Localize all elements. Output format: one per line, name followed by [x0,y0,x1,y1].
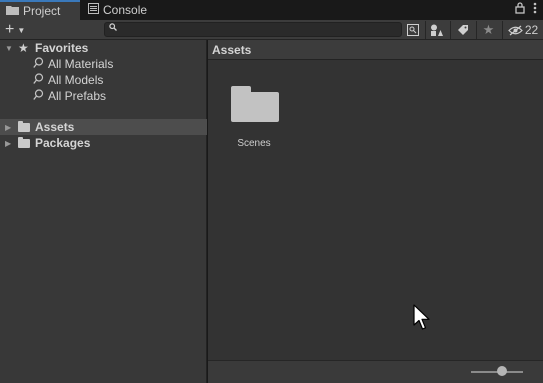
favorite-item[interactable]: All Materials [0,56,207,72]
tree-item-label: Packages [35,136,91,150]
breadcrumb: Assets [208,40,543,60]
favorites-button[interactable]: ★ [476,21,500,39]
favorite-item-label: All Models [48,73,104,87]
tree-item-packages[interactable]: ▶ Packages [0,135,207,151]
tab-console[interactable]: Console [82,0,162,20]
favorites-label: Favorites [35,41,89,55]
eye-slash-icon [507,25,523,35]
tree-item-label: Assets [35,120,75,134]
folder-icon [231,84,279,122]
expand-right-icon[interactable]: ▶ [5,123,11,132]
search-icon [109,23,117,33]
favorite-item[interactable]: All Models [0,72,207,88]
folder-tree-panel: ▼ ★ Favorites All Materials All Models A… [0,40,207,383]
tab-project[interactable]: Project [0,0,80,20]
kebab-menu-icon[interactable] [533,2,537,17]
favorite-item-label: All Prefabs [48,89,107,103]
shapes-icon [431,24,443,36]
star-icon: ★ [482,22,495,37]
mouse-cursor-icon [413,304,430,330]
folder-icon [18,137,30,148]
star-icon: ★ [18,41,29,55]
tab-project-label: Project [23,4,61,18]
add-button[interactable]: + ▼ [5,21,33,39]
favorite-item[interactable]: All Prefabs [0,88,207,104]
tag-icon [457,25,468,35]
search-icon [33,72,44,88]
zoom-slider-thumb[interactable] [497,366,507,376]
search-icon [33,88,44,104]
chevron-down-icon: ▼ [17,25,26,35]
expand-down-icon[interactable]: ▼ [5,44,13,53]
plus-icon: + [5,21,15,38]
filter-by-label-button[interactable] [450,21,474,39]
assets-browser-panel: Assets Scenes [208,40,543,383]
hidden-count: 22 [524,23,539,37]
folder-icon [6,4,19,18]
asset-item-label: Scenes [237,138,271,149]
tab-bar: Project Console [0,0,543,20]
lock-icon[interactable] [515,2,525,17]
search-input[interactable] [119,23,399,36]
folder-icon [18,121,30,132]
search-window-icon [407,24,419,36]
tab-console-label: Console [103,3,148,17]
expand-right-icon[interactable]: ▶ [5,139,11,148]
tree-item-assets[interactable]: ▶ Assets [0,119,207,135]
search-icon [33,56,44,72]
project-toolbar: + ▼ ★ 22 [0,20,543,40]
search-by-type-button[interactable] [403,21,423,39]
favorite-item-label: All Materials [48,57,114,71]
hidden-packages-button[interactable]: 22 [502,21,543,39]
breadcrumb-assets[interactable]: Assets [212,43,251,57]
browser-footer [208,360,543,383]
console-icon [88,3,99,17]
favorites-row[interactable]: ▼ ★ Favorites [0,40,207,56]
search-field[interactable] [104,22,402,37]
filter-by-type-button[interactable] [425,21,447,39]
